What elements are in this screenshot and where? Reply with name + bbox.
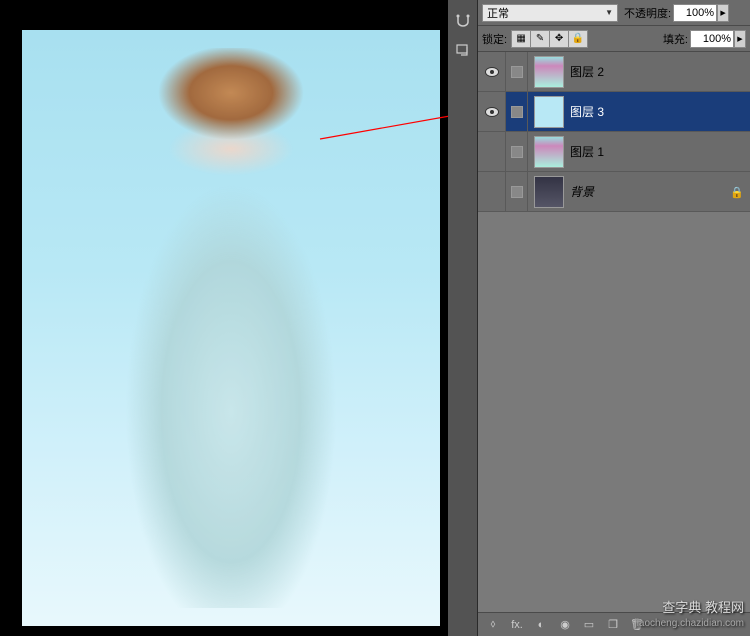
- fill-value: 100%: [703, 33, 731, 45]
- lock-paint-button[interactable]: ✎: [530, 30, 550, 48]
- watermark: 查字典 教程网 jiaocheng.chazidian.com: [634, 600, 744, 630]
- link-box-icon: [511, 106, 523, 118]
- lock-transparency-button[interactable]: ▦: [511, 30, 531, 48]
- figure-subject: [101, 48, 361, 608]
- watermark-main: 查字典 教程网: [634, 600, 744, 617]
- visibility-toggle[interactable]: [478, 92, 506, 131]
- visibility-toggle[interactable]: [478, 52, 506, 91]
- lock-icons-group: ▦ ✎ ✥ 🔒: [511, 30, 587, 48]
- layer-name-label[interactable]: 图层 3: [570, 103, 750, 120]
- link-cell[interactable]: [506, 132, 528, 171]
- layer-row[interactable]: 背景🔒: [478, 172, 750, 212]
- opacity-value: 100%: [686, 7, 714, 19]
- opacity-flyout-button[interactable]: ▶: [717, 4, 729, 22]
- lock-all-button[interactable]: 🔒: [568, 30, 588, 48]
- lock-fill-row: 锁定: ▦ ✎ ✥ 🔒 填充: 100% ▶: [478, 26, 750, 52]
- eye-icon: [485, 67, 499, 77]
- blend-mode-select[interactable]: 正常 ▼: [482, 4, 618, 22]
- layer-name-label[interactable]: 图层 2: [570, 63, 750, 80]
- layers-panel: 正常 ▼ 不透明度: 100% ▶ 锁定: ▦ ✎ ✥ 🔒 填充: 100% ▶: [448, 0, 750, 636]
- lock-label: 锁定:: [482, 31, 507, 47]
- canvas-area[interactable]: [22, 30, 440, 626]
- link-box-icon: [511, 146, 523, 158]
- link-cell[interactable]: [506, 52, 528, 91]
- visibility-toggle[interactable]: [478, 172, 506, 211]
- canvas-image: [22, 30, 440, 626]
- link-cell[interactable]: [506, 172, 528, 211]
- link-box-icon: [511, 66, 523, 78]
- layer-thumbnail[interactable]: [534, 96, 564, 128]
- link-layers-button[interactable]: ⬨: [482, 616, 504, 634]
- opacity-input[interactable]: 100%: [673, 4, 717, 22]
- layer-row[interactable]: 图层 1: [478, 132, 750, 172]
- layer-name-label[interactable]: 图层 1: [570, 143, 750, 160]
- opacity-label: 不透明度:: [624, 5, 671, 21]
- blend-mode-value: 正常: [487, 5, 509, 21]
- panel-main: 正常 ▼ 不透明度: 100% ▶ 锁定: ▦ ✎ ✥ 🔒 填充: 100% ▶: [478, 0, 750, 636]
- new-layer-button[interactable]: ❐: [602, 616, 624, 634]
- layer-row[interactable]: 图层 2: [478, 52, 750, 92]
- layer-mask-button[interactable]: ◐: [530, 616, 552, 634]
- layer-fx-button[interactable]: fx.: [506, 616, 528, 634]
- fill-flyout-button[interactable]: ▶: [734, 30, 746, 48]
- layer-name-label[interactable]: 背景: [570, 183, 730, 200]
- lock-position-button[interactable]: ✥: [549, 30, 569, 48]
- layer-thumbnail[interactable]: [534, 176, 564, 208]
- layer-thumbnail[interactable]: [534, 56, 564, 88]
- fill-label: 填充:: [663, 31, 688, 47]
- adjustment-layer-button[interactable]: ◉: [554, 616, 576, 634]
- layer-group-button[interactable]: ▭: [578, 616, 600, 634]
- eye-icon: [485, 107, 499, 117]
- panel-sidebar: [448, 0, 478, 636]
- lock-icon: 🔒: [730, 186, 742, 198]
- visibility-toggle[interactable]: [478, 132, 506, 171]
- fill-input[interactable]: 100%: [690, 30, 734, 48]
- layer-row[interactable]: 图层 3: [478, 92, 750, 132]
- layer-thumbnail[interactable]: [534, 136, 564, 168]
- sidebar-tool-icon-2[interactable]: [451, 38, 475, 62]
- link-box-icon: [511, 186, 523, 198]
- link-cell[interactable]: [506, 92, 528, 131]
- sidebar-tool-icon-1[interactable]: [451, 10, 475, 34]
- watermark-sub: jiaocheng.chazidian.com: [634, 617, 744, 630]
- dropdown-arrow-icon: ▼: [605, 8, 613, 17]
- layers-list: 图层 2 图层 3 图层 1 背景🔒: [478, 52, 750, 612]
- blend-opacity-row: 正常 ▼ 不透明度: 100% ▶: [478, 0, 750, 26]
